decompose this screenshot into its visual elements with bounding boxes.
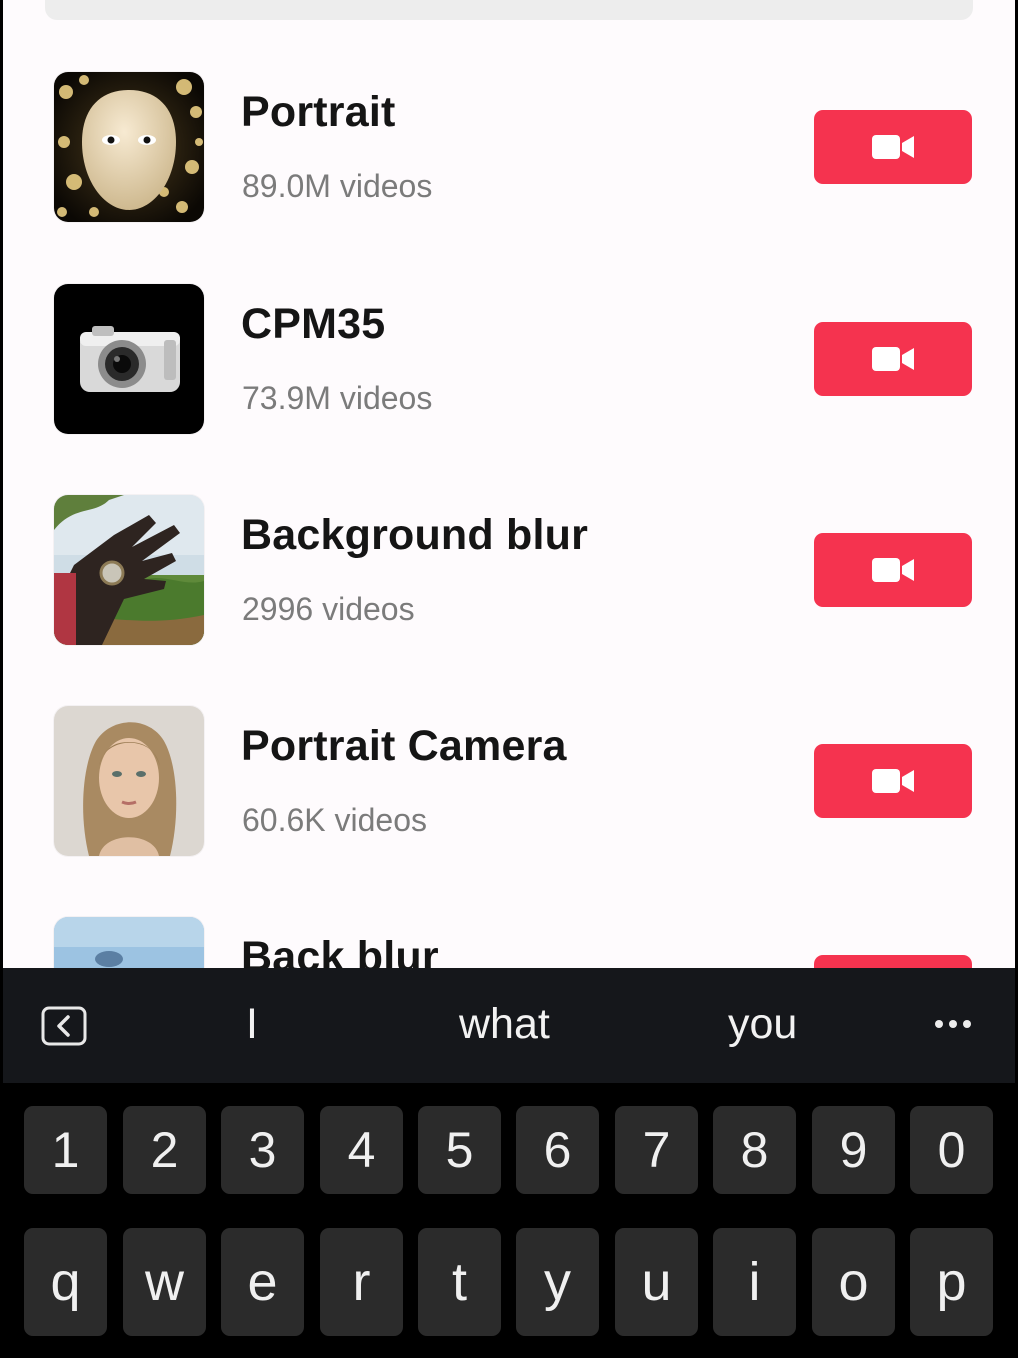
app-root: Portrait 89.0M videos CPM35 73.9M videos… [0,0,1018,1358]
effect-video-count: 2996 videos [242,591,415,627]
key-3[interactable]: 3 [221,1106,304,1194]
key-u[interactable]: u [615,1228,698,1336]
video-camera-icon [872,135,914,159]
key-o[interactable]: o [812,1228,895,1336]
effect-thumbnail [54,495,204,645]
video-camera-icon [872,558,914,582]
record-with-effect-button[interactable] [814,110,972,184]
key-8[interactable]: 8 [713,1106,796,1194]
key-6[interactable]: 6 [516,1106,599,1194]
key-q[interactable]: q [24,1228,107,1336]
key-0[interactable]: 0 [910,1106,993,1194]
suggestion-word[interactable]: I [246,1000,258,1049]
effect-thumbnail [54,284,204,434]
key-5[interactable]: 5 [418,1106,501,1194]
effect-video-count: 73.9M videos [242,380,433,416]
hand-watch-thumbnail [54,495,204,645]
key-r[interactable]: r [320,1228,403,1336]
keyboard: 1 2 3 4 5 6 7 8 9 0 q w e r t y u i o p [3,1083,1015,1358]
sky-photo-thumbnail [54,917,204,968]
woman-portrait-thumbnail [54,706,204,856]
effect-name: Portrait [241,88,396,136]
effect-thumbnail [54,72,204,222]
effect-row-cpm35[interactable]: CPM35 73.9M videos [3,284,1015,444]
key-1[interactable]: 1 [24,1106,107,1194]
record-with-effect-button[interactable] [814,533,972,607]
more-dots-icon[interactable] [933,1016,973,1032]
key-w[interactable]: w [123,1228,206,1336]
key-e[interactable]: e [221,1228,304,1336]
key-9[interactable]: 9 [812,1106,895,1194]
key-4[interactable]: 4 [320,1106,403,1194]
effect-name: Background blur [241,511,589,559]
mask-face-thumbnail [54,72,204,222]
effect-name: Portrait Camera [241,722,567,770]
key-t[interactable]: t [418,1228,501,1336]
effects-list-screen: Portrait 89.0M videos CPM35 73.9M videos… [3,0,1015,968]
effect-video-count: 60.6K videos [242,802,428,838]
effect-name: Back blur [241,933,439,968]
video-camera-icon [872,347,914,371]
keyboard-suggestion-bar: I what you [3,968,1015,1083]
effect-row-portrait-camera[interactable]: Portrait Camera 60.6K videos [3,706,1015,866]
key-i[interactable]: i [713,1228,796,1336]
record-with-effect-button[interactable] [814,955,972,968]
effect-video-count: 89.0M videos [242,168,433,204]
key-7[interactable]: 7 [615,1106,698,1194]
suggestion-word[interactable]: what [459,1000,550,1049]
key-y[interactable]: y [516,1228,599,1336]
effect-row-back-blur[interactable]: Back blur [3,917,1015,968]
keyboard-collapse-icon[interactable] [41,1006,87,1046]
effect-row-background-blur[interactable]: Background blur 2996 videos [3,495,1015,655]
effect-thumbnail [54,706,204,856]
effect-thumbnail [54,917,204,968]
effect-name: CPM35 [241,300,386,348]
record-with-effect-button[interactable] [814,322,972,396]
suggestion-word[interactable]: you [728,1000,797,1049]
record-with-effect-button[interactable] [814,744,972,818]
key-p[interactable]: p [910,1228,993,1336]
search-bar[interactable] [45,0,973,20]
key-2[interactable]: 2 [123,1106,206,1194]
video-camera-icon [872,769,914,793]
effect-row-portrait[interactable]: Portrait 89.0M videos [3,72,1015,232]
film-camera-thumbnail [54,284,204,434]
